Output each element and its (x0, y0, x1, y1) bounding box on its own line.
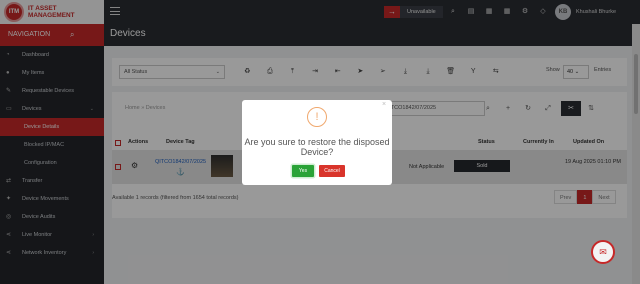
dialog-message: Are you sure to restore the disposed Dev… (244, 137, 390, 157)
confirm-dialog: × ! Are you sure to restore the disposed… (242, 100, 392, 185)
close-icon[interactable]: × (382, 101, 386, 108)
warning-icon: ! (307, 107, 327, 127)
cancel-button[interactable]: Cancel (319, 165, 345, 177)
yes-button[interactable]: Yes (292, 165, 314, 177)
chat-widget-icon[interactable]: ✉ (591, 240, 615, 264)
